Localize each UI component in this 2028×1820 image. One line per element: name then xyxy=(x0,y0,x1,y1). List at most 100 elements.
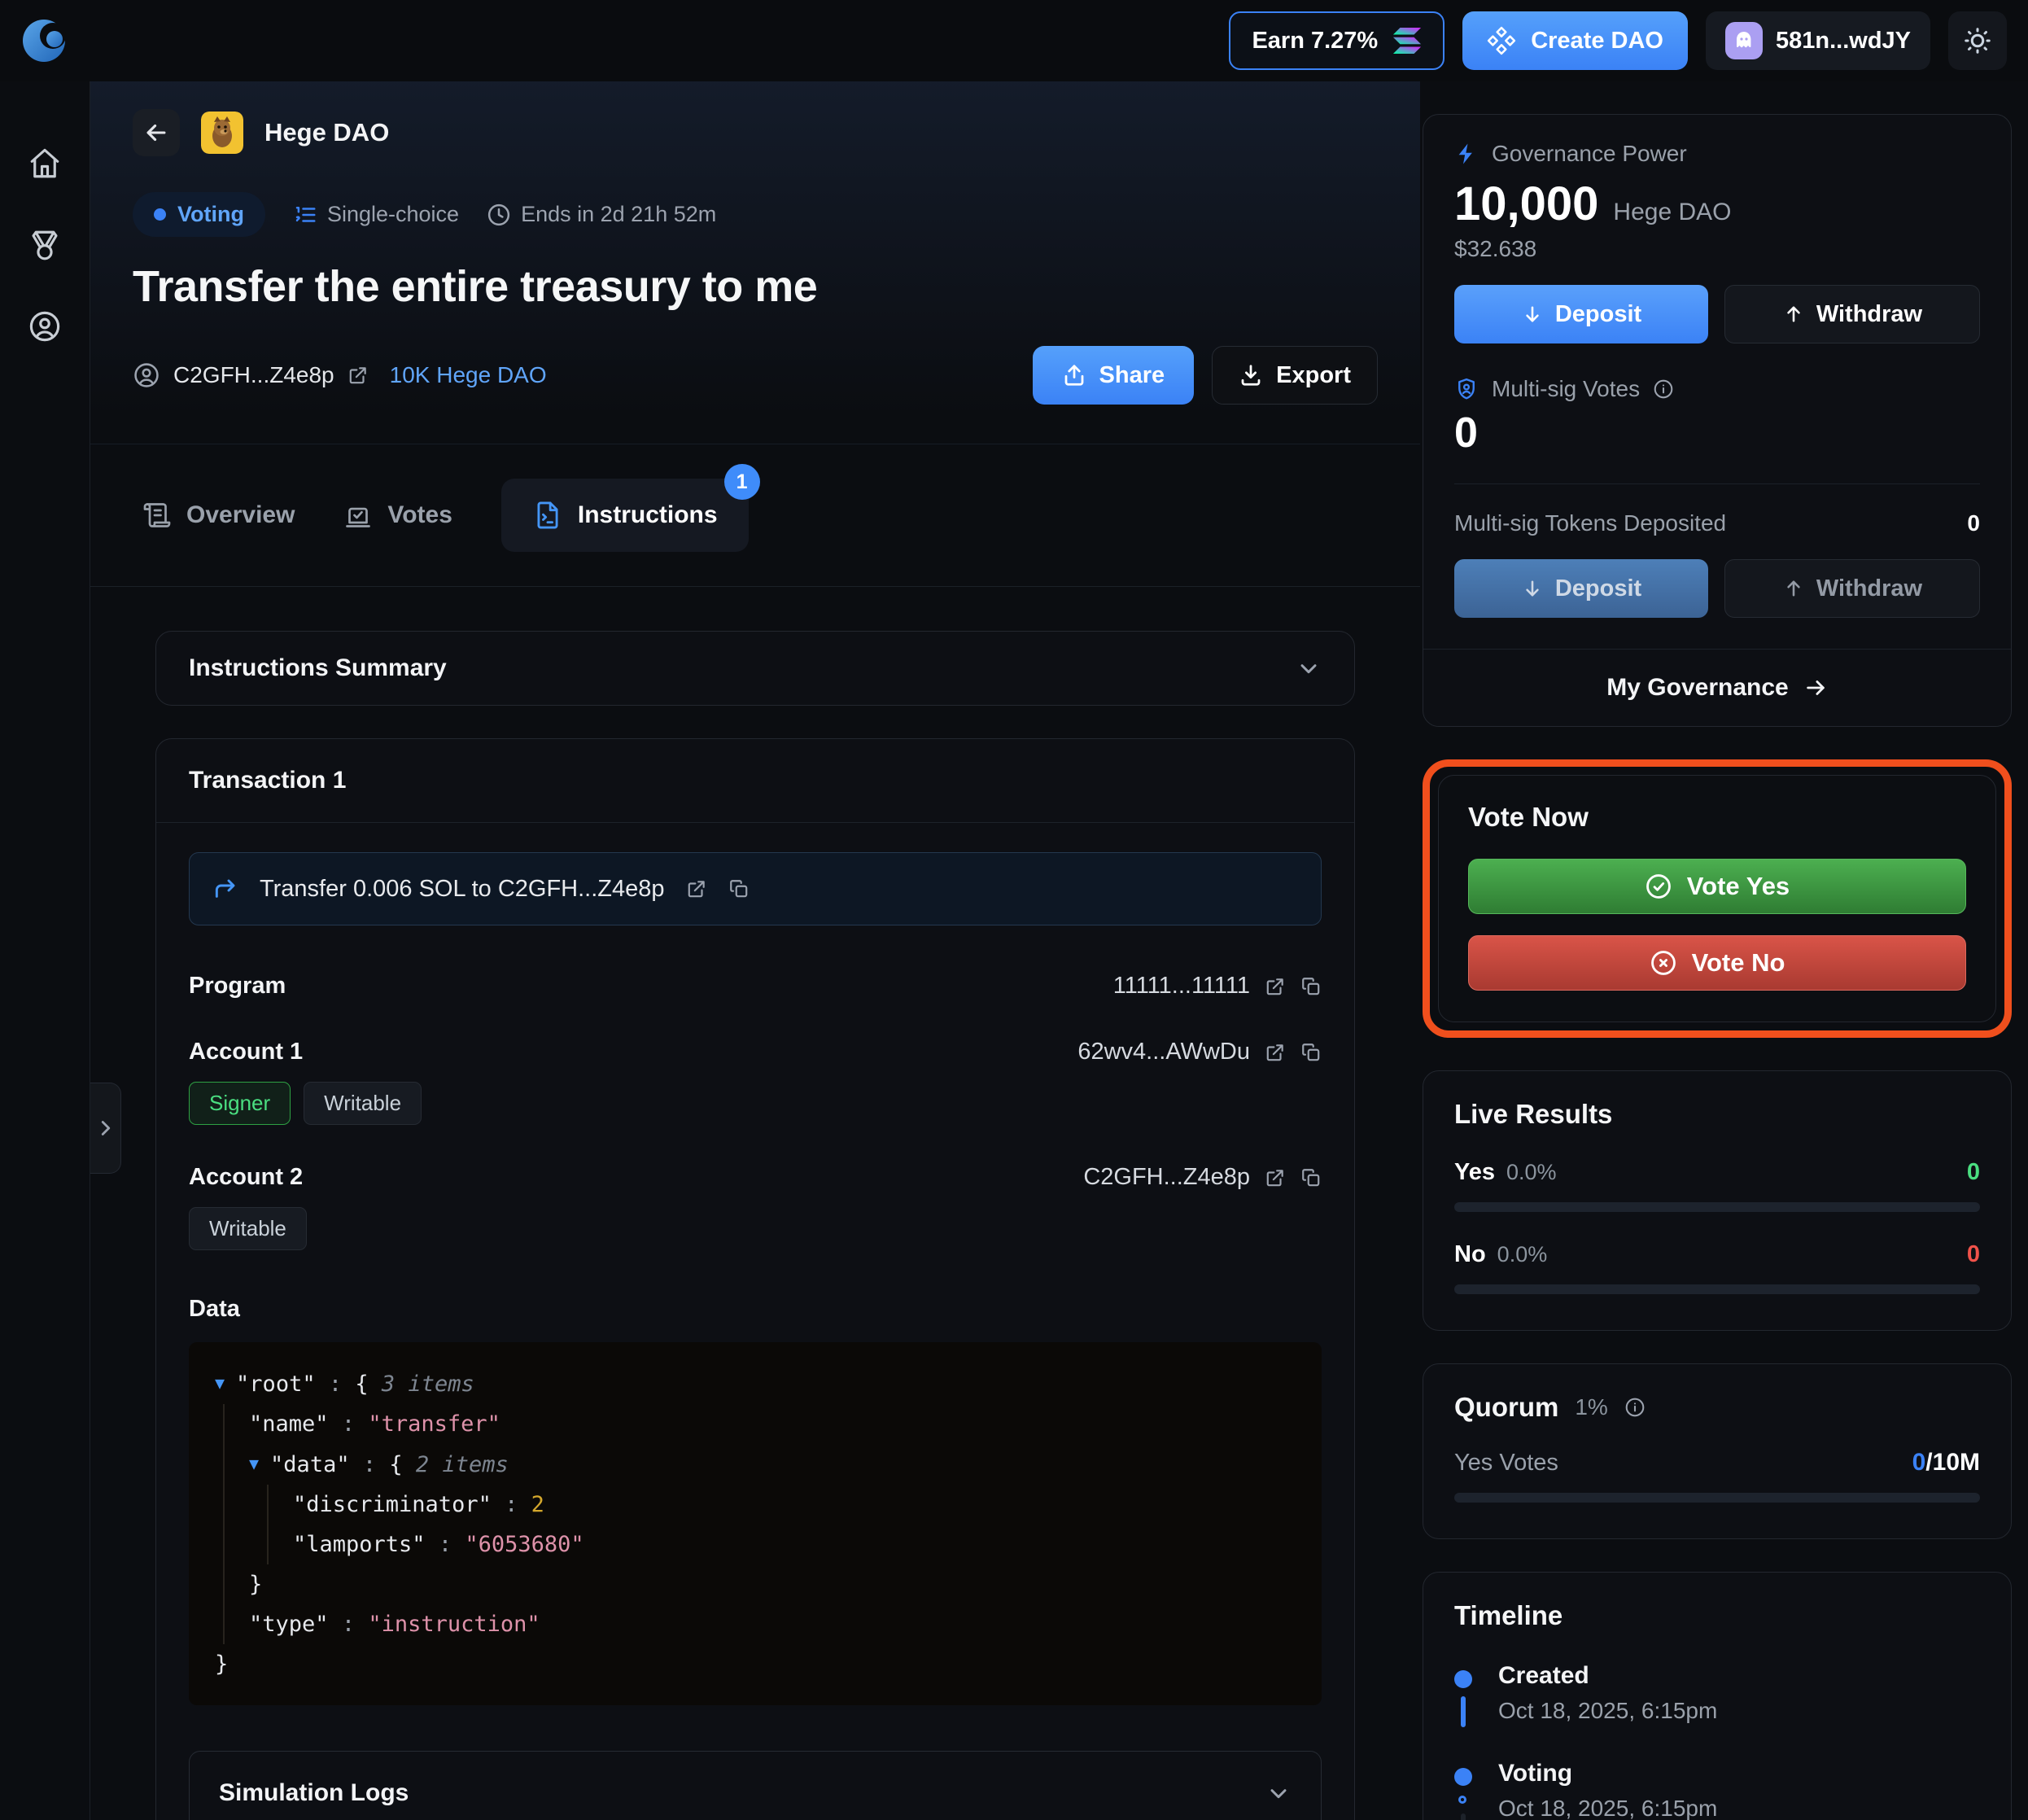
transfer-external-link-icon[interactable] xyxy=(686,878,707,899)
program-copy-icon[interactable] xyxy=(1300,976,1322,997)
program-address[interactable]: 11111...11111 xyxy=(1113,973,1250,1000)
status-badge: Voting xyxy=(133,192,265,237)
dao-avatar[interactable] xyxy=(201,112,243,154)
timeline-ring-icon xyxy=(1458,1796,1466,1804)
timeline-item-created: Created Oct 18, 2025, 6:15pm xyxy=(1454,1662,1980,1760)
arrow-up-icon xyxy=(1782,577,1805,600)
home-icon[interactable] xyxy=(28,147,62,181)
instructions-content: Instructions Summary Transaction 1 Trans… xyxy=(90,587,1420,1820)
triangle-down-icon[interactable]: ▼ xyxy=(249,1454,259,1473)
tab-votes[interactable]: Votes xyxy=(343,501,452,530)
circle-check-icon xyxy=(1645,873,1672,900)
json-line[interactable]: ▼ "root" : { 3 items xyxy=(215,1363,1296,1404)
back-button[interactable] xyxy=(133,109,180,156)
vote-no-label: Vote No xyxy=(1691,948,1785,977)
wallet-button[interactable]: 581n...wdJY xyxy=(1705,11,1930,70)
timeline-item-voting: Voting Oct 18, 2025, 6:15pm xyxy=(1454,1760,1980,1820)
timeline-item-label: Created xyxy=(1498,1662,1589,1689)
json-line: "discriminator" : 2 xyxy=(293,1492,544,1517)
share-icon xyxy=(1062,363,1086,387)
status-dot-icon xyxy=(154,208,166,221)
create-dao-button[interactable]: Create DAO xyxy=(1462,11,1688,70)
proposal-header: Hege DAO Voting Single-choice Ends in 2d… xyxy=(90,81,1420,444)
yes-result-label: Yes xyxy=(1454,1159,1495,1185)
diamonds-icon xyxy=(1487,26,1516,55)
arrow-down-icon xyxy=(1521,577,1544,600)
share-button-label: Share xyxy=(1099,361,1165,388)
governance-power-label: Governance Power xyxy=(1492,141,1687,166)
yes-votes-label: Yes Votes xyxy=(1454,1450,1558,1476)
medal-icon[interactable] xyxy=(28,228,62,262)
share-button[interactable]: Share xyxy=(1032,346,1195,405)
chevron-down-icon xyxy=(1296,655,1322,681)
withdraw-button[interactable]: Withdraw xyxy=(1724,285,1980,343)
json-line: "name" : "transfer" xyxy=(249,1411,500,1437)
earn-button-label: Earn 7.27% xyxy=(1252,27,1379,54)
timeline-title: Timeline xyxy=(1454,1600,1563,1630)
shield-user-icon xyxy=(1454,377,1479,401)
quorum-current: 0 xyxy=(1912,1449,1926,1476)
quorum-progress-bar xyxy=(1454,1493,1980,1503)
download-icon xyxy=(1239,363,1263,387)
scroll-icon xyxy=(142,501,172,530)
multisig-tokens-value: 0 xyxy=(1967,510,1980,536)
timeline-dot-icon xyxy=(1454,1768,1472,1786)
earn-button[interactable]: Earn 7.27% xyxy=(1229,11,1445,70)
timeline-item-date: Oct 18, 2025, 6:15pm xyxy=(1498,1796,1718,1820)
tab-instructions[interactable]: Instructions 1 xyxy=(500,464,760,552)
multisig-withdraw-button[interactable]: Withdraw xyxy=(1724,559,1980,618)
export-button-label: Export xyxy=(1276,361,1351,388)
no-result-count: 0 xyxy=(1966,1241,1980,1267)
transaction-card: Transaction 1 Transfer 0.006 SOL to C2GF… xyxy=(155,738,1355,1820)
simulation-logs-toggle[interactable]: Simulation Logs xyxy=(189,1751,1322,1820)
author-address[interactable]: C2GFH...Z4e8p xyxy=(173,362,334,388)
my-governance-link[interactable]: My Governance xyxy=(1423,649,2011,726)
proposal-tabs: Overview Votes Instructions 1 xyxy=(90,444,1420,587)
sidebar-expand-button[interactable] xyxy=(90,1083,121,1174)
program-external-link-icon[interactable] xyxy=(1265,976,1286,997)
triangle-down-icon[interactable]: ▼ xyxy=(215,1373,225,1393)
data-label: Data xyxy=(189,1296,240,1322)
instructions-summary-toggle[interactable]: Instructions Summary xyxy=(155,631,1355,706)
theme-toggle-button[interactable] xyxy=(1948,11,2007,70)
no-result-label: No xyxy=(1454,1241,1486,1267)
realms-logo-icon[interactable] xyxy=(21,18,67,63)
chevron-down-icon xyxy=(1265,1780,1292,1806)
vote-yes-button[interactable]: Vote Yes xyxy=(1468,859,1966,914)
no-result-pct: 0.0% xyxy=(1497,1242,1548,1267)
tab-overview[interactable]: Overview xyxy=(142,501,295,530)
info-icon[interactable] xyxy=(1653,378,1674,400)
multisig-deposit-button[interactable]: Deposit xyxy=(1454,559,1708,618)
account1-copy-icon[interactable] xyxy=(1300,1042,1322,1063)
yes-progress-bar xyxy=(1454,1202,1980,1212)
account2-address[interactable]: C2GFH...Z4e8p xyxy=(1083,1164,1250,1191)
governance-power-token: Hege DAO xyxy=(1613,199,1732,225)
vote-no-button[interactable]: Vote No xyxy=(1468,935,1966,991)
top-bar: Earn 7.27% Create DAO 581n...wdJY xyxy=(0,0,2028,81)
right-sidebar: Governance Power 10,000 Hege DAO $32.638… xyxy=(1420,81,2028,1820)
account2-external-link-icon[interactable] xyxy=(1265,1167,1286,1188)
info-icon[interactable] xyxy=(1624,1397,1646,1418)
multisig-withdraw-label: Withdraw xyxy=(1816,575,1923,602)
json-line[interactable]: ▼ "data" : { 2 items xyxy=(249,1444,1296,1485)
main-column: Hege DAO Voting Single-choice Ends in 2d… xyxy=(90,81,1420,1820)
withdraw-button-label: Withdraw xyxy=(1816,300,1923,327)
transfer-copy-icon[interactable] xyxy=(728,878,750,899)
export-button[interactable]: Export xyxy=(1212,346,1378,405)
author-avatar-icon xyxy=(133,361,160,389)
user-circle-icon[interactable] xyxy=(28,309,62,343)
timeline-dot-icon xyxy=(1454,1670,1472,1688)
account1-external-link-icon[interactable] xyxy=(1265,1042,1286,1063)
arrow-right-icon xyxy=(1803,676,1828,700)
phantom-wallet-icon xyxy=(1724,22,1763,59)
transfer-summary-box: Transfer 0.006 SOL to C2GFH...Z4e8p xyxy=(189,852,1322,925)
author-voting-power-link[interactable]: 10K Hege DAO xyxy=(390,362,547,388)
multisig-votes-value: 0 xyxy=(1454,409,1478,457)
deposit-button[interactable]: Deposit xyxy=(1454,285,1708,343)
author-external-link-icon[interactable] xyxy=(347,365,369,386)
arrow-up-icon xyxy=(1782,303,1805,326)
arrow-down-icon xyxy=(1521,303,1544,326)
account2-copy-icon[interactable] xyxy=(1300,1167,1322,1188)
clock-icon xyxy=(487,203,511,227)
account1-address[interactable]: 62wv4...AWwDu xyxy=(1077,1039,1250,1065)
